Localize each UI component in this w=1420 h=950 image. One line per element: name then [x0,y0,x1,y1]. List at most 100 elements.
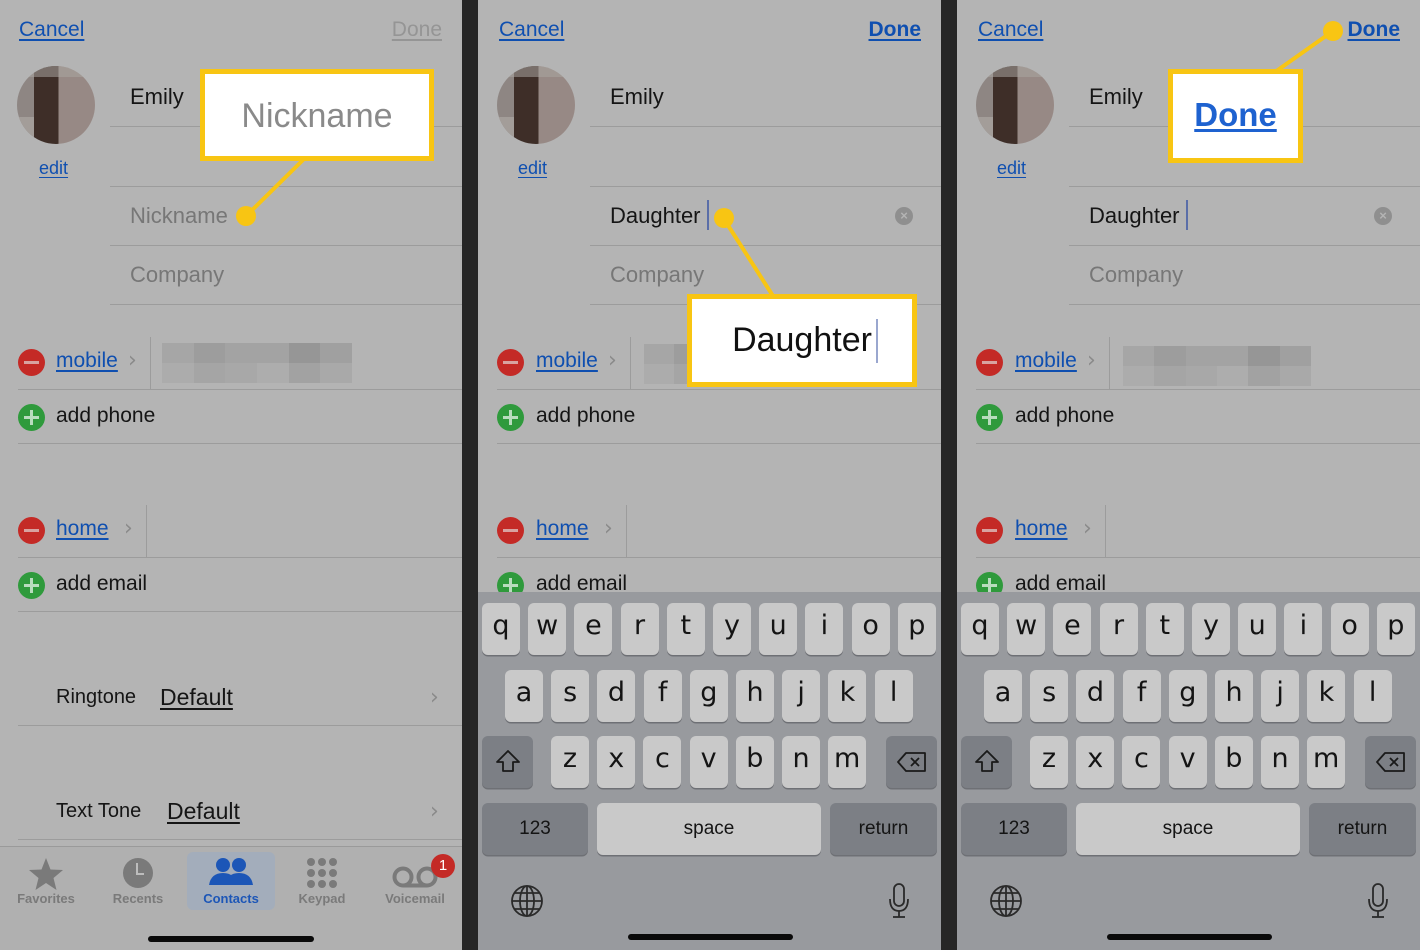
key-x[interactable]: x [1076,736,1115,788]
cancel-button[interactable]: Cancel [19,18,84,42]
delete-email-button[interactable] [976,517,1003,544]
key-i[interactable]: i [805,603,844,655]
edit-photo-link[interactable]: edit [39,158,68,179]
key-p[interactable]: p [1376,603,1415,655]
key-u[interactable]: u [759,603,798,655]
globe-icon[interactable] [510,884,544,918]
redacted-phone-number[interactable] [1123,346,1311,386]
edit-photo-link[interactable]: edit [997,158,1026,179]
key-v[interactable]: v [1168,736,1207,788]
tab-recents[interactable]: Recents [94,852,182,910]
key-q[interactable]: q [482,603,520,655]
company-field[interactable]: Company [130,262,224,288]
key-r[interactable]: r [620,603,659,655]
tab-keypad[interactable]: Keypad [278,852,366,910]
key-y[interactable]: y [1192,603,1230,655]
key-k[interactable]: k [828,670,867,722]
cancel-button[interactable]: Cancel [499,18,564,42]
clear-text-icon[interactable]: × [1374,207,1392,225]
key-c[interactable]: c [643,736,682,788]
key-v[interactable]: v [689,736,728,788]
key-n[interactable]: n [1261,736,1299,788]
key-a[interactable]: a [984,670,1022,722]
done-button[interactable]: Done [392,18,442,42]
add-email-button[interactable]: add email [56,572,147,596]
key-p[interactable]: p [897,603,936,655]
redacted-phone-number[interactable] [162,343,353,383]
key-l[interactable]: l [874,670,913,722]
key-n[interactable]: n [782,736,820,788]
numbers-key[interactable]: 123 [482,803,588,855]
add-phone-icon[interactable] [976,404,1003,431]
key-s[interactable]: s [1030,670,1069,722]
tab-contacts[interactable]: Contacts [187,852,275,910]
key-j[interactable]: j [1261,670,1300,722]
key-j[interactable]: j [782,670,821,722]
key-x[interactable]: x [597,736,636,788]
key-t[interactable]: t [1145,603,1184,655]
space-key[interactable]: space [597,803,821,855]
key-z[interactable]: z [551,736,589,788]
key-q[interactable]: q [961,603,999,655]
contact-avatar[interactable] [497,66,575,144]
home-indicator[interactable] [628,934,793,940]
key-d[interactable]: d [597,670,636,722]
key-z[interactable]: z [1030,736,1068,788]
key-o[interactable]: o [1330,603,1369,655]
company-field[interactable]: Company [610,262,704,288]
globe-icon[interactable] [989,884,1023,918]
add-phone-button[interactable]: add phone [56,404,155,428]
key-m[interactable]: m [1307,736,1346,788]
key-w[interactable]: w [528,603,567,655]
phone-label-mobile[interactable]: mobile [536,349,598,373]
key-g[interactable]: g [689,670,728,722]
add-phone-icon[interactable] [497,404,524,431]
email-label-home[interactable]: home [56,517,109,541]
key-h[interactable]: h [1215,670,1253,722]
key-y[interactable]: y [713,603,751,655]
email-label-home[interactable]: home [1015,517,1068,541]
tab-favorites[interactable]: Favorites [2,852,90,910]
key-b[interactable]: b [1214,736,1253,788]
key-l[interactable]: l [1353,670,1392,722]
nickname-field[interactable]: Daughter [610,203,701,229]
contact-avatar[interactable] [976,66,1054,144]
home-indicator[interactable] [1107,934,1272,940]
edit-photo-link[interactable]: edit [518,158,547,179]
key-i[interactable]: i [1284,603,1323,655]
key-h[interactable]: h [736,670,774,722]
first-name-field[interactable]: Emily [130,84,184,110]
first-name-field[interactable]: Emily [610,84,664,110]
delete-phone-button[interactable] [497,349,524,376]
clear-text-icon[interactable]: × [895,207,913,225]
return-key[interactable]: return [1309,803,1416,855]
chevron-right-icon[interactable]: › [430,685,439,710]
add-phone-button[interactable]: add phone [536,404,635,428]
key-f[interactable]: f [1122,670,1161,722]
done-button[interactable]: Done [869,18,922,42]
microphone-icon[interactable] [1368,883,1388,919]
text-tone-value[interactable]: Default [167,798,240,825]
tab-voicemail[interactable]: 1 Voicemail [371,852,459,910]
key-w[interactable]: w [1007,603,1046,655]
add-email-icon[interactable] [18,572,45,599]
key-k[interactable]: k [1307,670,1346,722]
chevron-right-icon[interactable]: › [430,799,439,824]
first-name-field[interactable]: Emily [1089,84,1143,110]
key-a[interactable]: a [505,670,543,722]
email-label-home[interactable]: home [536,517,589,541]
return-key[interactable]: return [830,803,937,855]
phone-label-mobile[interactable]: mobile [56,349,118,373]
delete-phone-button[interactable] [18,349,45,376]
key-f[interactable]: f [643,670,682,722]
space-key[interactable]: space [1076,803,1300,855]
cancel-button[interactable]: Cancel [978,18,1043,42]
key-b[interactable]: b [735,736,774,788]
phone-label-mobile[interactable]: mobile [1015,349,1077,373]
key-o[interactable]: o [851,603,890,655]
numbers-key[interactable]: 123 [961,803,1067,855]
backspace-key[interactable] [1365,736,1416,788]
key-c[interactable]: c [1122,736,1161,788]
company-field[interactable]: Company [1089,262,1183,288]
key-g[interactable]: g [1168,670,1207,722]
